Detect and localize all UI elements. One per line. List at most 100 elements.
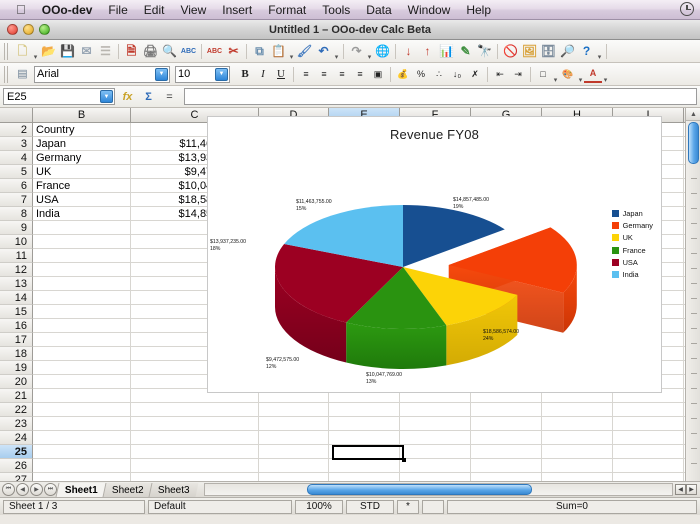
cell-F24[interactable] <box>400 431 471 445</box>
zoom-button[interactable]: 🔎 <box>558 42 577 61</box>
cell-D22[interactable] <box>259 403 329 417</box>
font-size-dropdown-icon[interactable]: ▼ <box>215 68 228 81</box>
copy-button[interactable]: ⧉ <box>250 42 269 61</box>
row-header-18[interactable]: 18 <box>0 347 33 361</box>
sheet-tab-sheet1[interactable]: Sheet1 <box>56 483 107 497</box>
row-header-20[interactable]: 20 <box>0 375 33 389</box>
row-header-21[interactable]: 21 <box>0 389 33 403</box>
cell-B3[interactable]: Japan <box>33 137 131 151</box>
print-preview-button[interactable]: 🔍 <box>160 42 179 61</box>
row-header-17[interactable]: 17 <box>0 333 33 347</box>
decrease-indent-button[interactable]: ⇤ <box>491 65 509 83</box>
next-sheet-button[interactable]: ▶ <box>30 483 43 496</box>
menu-item-window[interactable]: Window <box>400 0 459 20</box>
cell-H22[interactable] <box>542 403 613 417</box>
font-color-dropdown-icon[interactable]: ▾ <box>602 65 609 84</box>
row-header-19[interactable]: 19 <box>0 361 33 375</box>
clone-formatting-button[interactable]: 🖌 <box>295 42 314 61</box>
draw-functions-button[interactable]: ✎ <box>456 42 475 61</box>
row-header-3[interactable]: 3 <box>0 137 33 151</box>
vertical-scrollbar[interactable]: ▲ <box>685 108 700 481</box>
cell-D23[interactable] <box>259 417 329 431</box>
menu-item-help[interactable]: Help <box>458 0 499 20</box>
menu-item-tools[interactable]: Tools <box>314 0 358 20</box>
row-header-4[interactable]: 4 <box>0 151 33 165</box>
row-header-12[interactable]: 12 <box>0 263 33 277</box>
undo-button[interactable]: ↶ <box>314 42 333 61</box>
sort-descending-button[interactable]: ↑ <box>418 42 437 61</box>
cell-F26[interactable] <box>400 459 471 473</box>
toolbar-grip[interactable] <box>4 43 10 60</box>
cell-B11[interactable] <box>33 249 131 263</box>
cell-H23[interactable] <box>542 417 613 431</box>
sheet-tab-sheet2[interactable]: Sheet2 <box>102 483 152 497</box>
status-selection-mode[interactable]: STD <box>346 500 394 514</box>
cell-B27[interactable] <box>33 473 131 481</box>
cell-B19[interactable] <box>33 361 131 375</box>
cell-I27[interactable] <box>613 473 684 481</box>
cell-D24[interactable] <box>259 431 329 445</box>
cut-button[interactable]: ✂ <box>224 42 243 61</box>
status-zoom[interactable]: 100% <box>295 500 343 514</box>
row-header-23[interactable]: 23 <box>0 417 33 431</box>
cell-C24[interactable] <box>131 431 259 445</box>
gallery-button[interactable]: 🖼 <box>520 42 539 61</box>
edit-file-button[interactable]: ☰ <box>96 42 115 61</box>
cell-B13[interactable] <box>33 277 131 291</box>
italic-button[interactable]: I <box>254 65 272 83</box>
cell-B15[interactable] <box>33 305 131 319</box>
cell-B21[interactable] <box>33 389 131 403</box>
hyperlink-button[interactable]: 🌐 <box>373 42 392 61</box>
percent-format-button[interactable]: % <box>412 65 430 83</box>
new-document-button[interactable]: 🗋 <box>13 42 32 61</box>
redo-dropdown-icon[interactable]: ▾ <box>366 42 373 61</box>
cell-G26[interactable] <box>471 459 542 473</box>
row-header-5[interactable]: 5 <box>0 165 33 179</box>
row-header-15[interactable]: 15 <box>0 305 33 319</box>
spreadsheet-grid[interactable]: BCDEFGHIJ 234567891011121314151617181920… <box>0 108 700 481</box>
row-header-16[interactable]: 16 <box>0 319 33 333</box>
cell-B14[interactable] <box>33 291 131 305</box>
row-header-10[interactable]: 10 <box>0 235 33 249</box>
paste-dropdown-icon[interactable]: ▾ <box>288 42 295 61</box>
cell-C25[interactable] <box>131 445 259 459</box>
cell-B18[interactable] <box>33 347 131 361</box>
menu-item-format[interactable]: Format <box>260 0 314 20</box>
help-button[interactable]: ? <box>577 42 596 61</box>
cell-H26[interactable] <box>542 459 613 473</box>
cell-B12[interactable] <box>33 263 131 277</box>
borders-button[interactable]: □ <box>534 65 552 83</box>
horizontal-scrollbar[interactable] <box>204 483 673 496</box>
export-pdf-button[interactable]: 🗎 <box>122 42 141 61</box>
fill-handle[interactable] <box>402 458 406 462</box>
cell-G22[interactable] <box>471 403 542 417</box>
delete-decimal-button[interactable]: ✗ <box>466 65 484 83</box>
cell-B6[interactable]: France <box>33 179 131 193</box>
find-replace-button[interactable]: 🔭 <box>475 42 494 61</box>
cell-G27[interactable] <box>471 473 542 481</box>
sum-icon[interactable]: Σ <box>140 88 157 105</box>
cell-B8[interactable]: India <box>33 207 131 221</box>
menu-item-data[interactable]: Data <box>358 0 399 20</box>
cell-E25[interactable] <box>329 445 400 459</box>
row-header-13[interactable]: 13 <box>0 277 33 291</box>
menu-item-file[interactable]: File <box>100 0 135 20</box>
cell-B7[interactable]: USA <box>33 193 131 207</box>
navigator-button[interactable]: 🚫 <box>501 42 520 61</box>
open-document-button[interactable]: 📂 <box>39 42 58 61</box>
cell-I25[interactable] <box>613 445 684 459</box>
font-color-button[interactable]: A <box>584 65 602 83</box>
cell-H24[interactable] <box>542 431 613 445</box>
row-header-25[interactable]: 25 <box>0 445 33 459</box>
function-wizard-icon[interactable]: fx <box>119 88 136 105</box>
sheet-tab-sheet3[interactable]: Sheet3 <box>148 483 198 497</box>
cell-G23[interactable] <box>471 417 542 431</box>
cell-B23[interactable] <box>33 417 131 431</box>
paste-button[interactable]: 📋 <box>269 42 288 61</box>
cell-C23[interactable] <box>131 417 259 431</box>
row-header-9[interactable]: 9 <box>0 221 33 235</box>
cell-F25[interactable] <box>400 445 471 459</box>
font-size-combobox[interactable]: 10 ▼ <box>175 66 230 83</box>
cell-B2[interactable]: Country <box>33 123 131 137</box>
align-right-button[interactable]: ≡ <box>333 65 351 83</box>
